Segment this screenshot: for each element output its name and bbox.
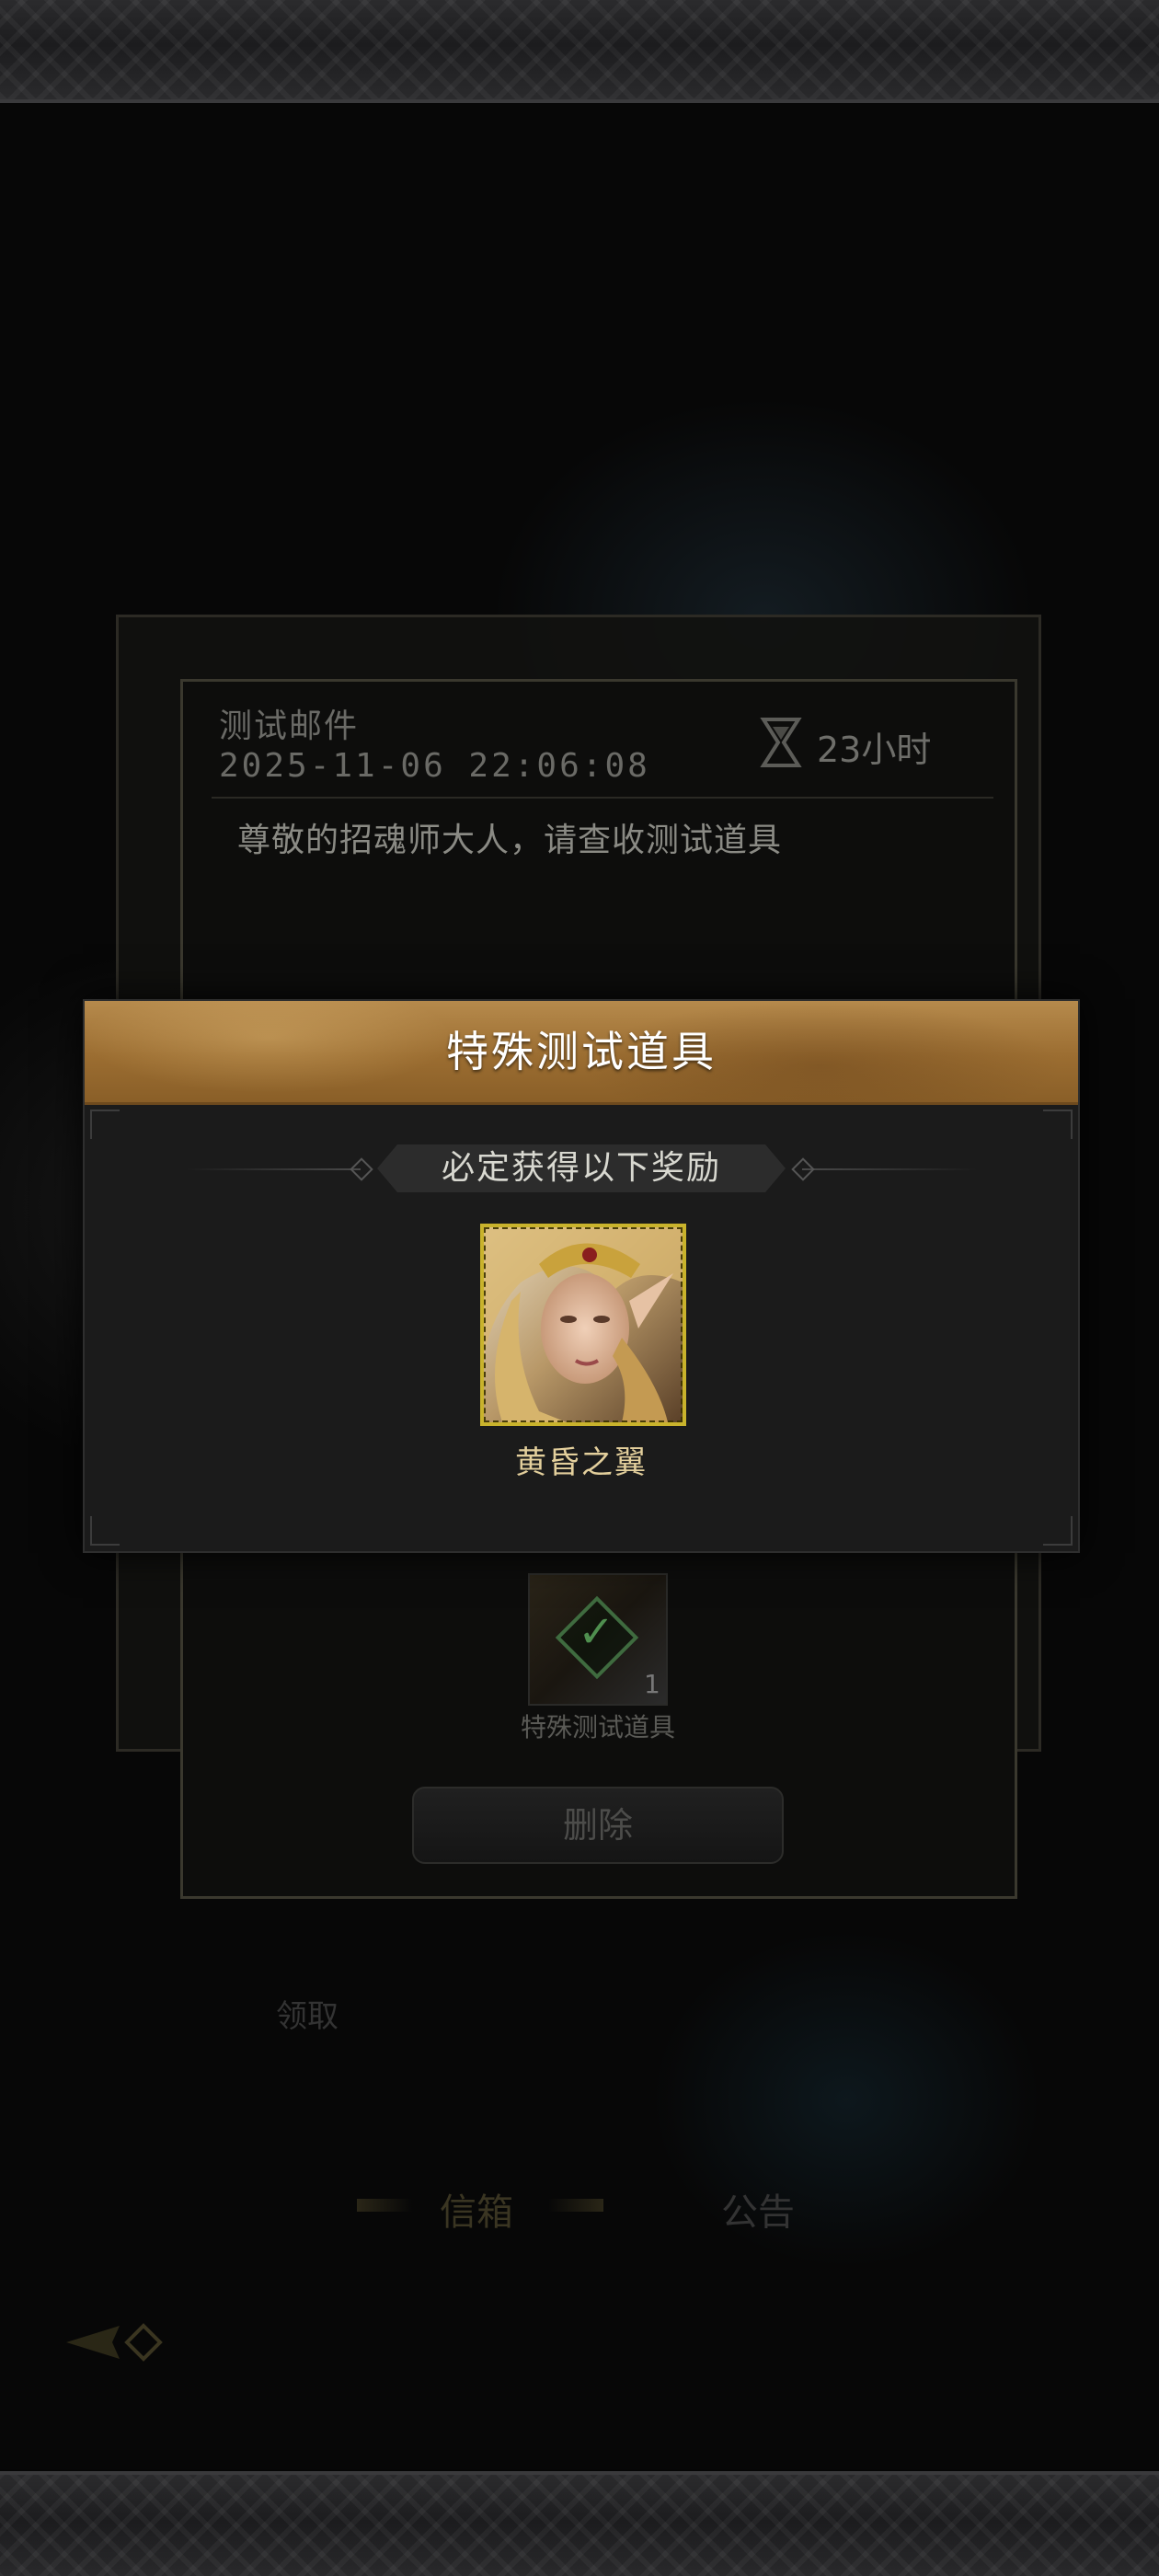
subtitle-line-left	[186, 1168, 361, 1170]
corner-ornament	[90, 1110, 120, 1139]
mail-subject: 测试邮件	[219, 707, 360, 745]
tab-notice[interactable]: 公告	[721, 2182, 795, 2236]
mail-body: 尊敬的招魂师大人，请查收测试道具	[237, 822, 783, 859]
corner-ornament	[90, 1516, 120, 1546]
mail-expire-time: 23小时	[817, 730, 932, 770]
popup-subtitle: 必定获得以下奖励	[441, 1149, 721, 1187]
mail-divider	[212, 797, 993, 799]
attachment-count: 1	[644, 1669, 660, 1699]
reward-popup: 特殊测试道具 必定获得以下奖励 黄昏之翼	[83, 999, 1080, 1553]
game-screen: 测试邮件 2025-11-06 22:06:08 23小时 尊敬的招魂师大人，请…	[0, 0, 1159, 2576]
tab-left-arrow	[357, 2199, 412, 2212]
tab-right-arrow	[548, 2199, 603, 2212]
delete-button[interactable]: 删除	[412, 1787, 784, 1864]
attachment-label: 特殊测试道具	[521, 1712, 676, 1742]
tab-inbox[interactable]: 信箱	[440, 2182, 513, 2236]
top-ornament-bar	[0, 0, 1159, 103]
hourglass-icon	[760, 718, 802, 767]
check-icon: ✓	[578, 1606, 615, 1658]
diamond-ornament	[791, 1157, 815, 1181]
reward-name: 黄昏之翼	[515, 1444, 648, 1481]
mail-date: 2025-11-06 22:06:08	[219, 747, 650, 785]
subtitle-line-right	[802, 1168, 977, 1170]
reward-portrait-image	[484, 1227, 683, 1422]
bottom-ornament-bar	[0, 2471, 1159, 2576]
diamond-ornament	[350, 1157, 373, 1181]
corner-ornament	[1043, 1110, 1073, 1139]
faded-label: 领取	[276, 1998, 339, 2035]
corner-ornament	[1043, 1516, 1073, 1546]
popup-title: 特殊测试道具	[446, 1027, 717, 1076]
back-arrow-icon[interactable]	[64, 2318, 175, 2366]
reward-item-frame[interactable]	[480, 1224, 686, 1426]
